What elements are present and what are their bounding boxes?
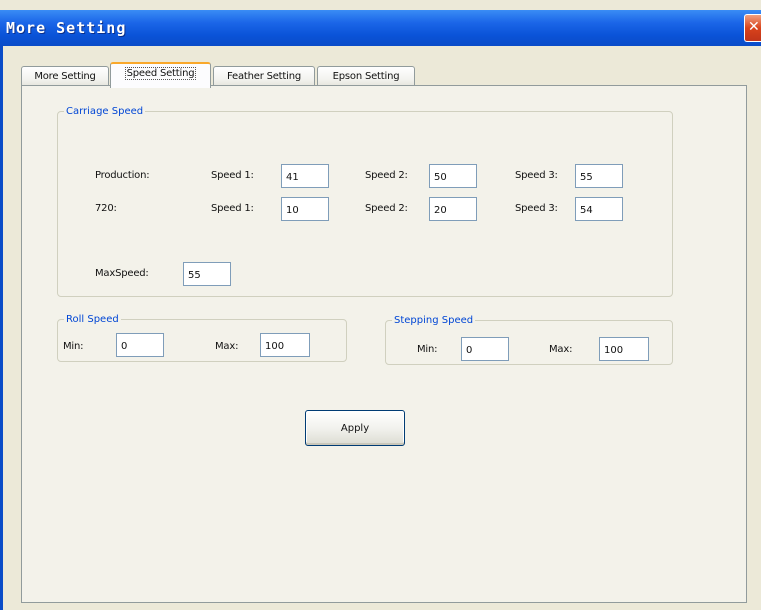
production-speed1-input[interactable] [281,164,329,188]
tab-label: Epson Setting [332,71,400,82]
window-title: More Setting [6,19,127,37]
production-speed3-input[interactable] [575,164,623,188]
max-speed-input[interactable] [183,262,231,286]
720-speed2-input[interactable] [429,197,477,221]
720-speed1-label: Speed 1: [211,203,254,214]
tab-label: More Setting [34,71,96,82]
tab-feather-setting[interactable]: Feather Setting [213,66,315,87]
stepping-min-input[interactable] [461,337,509,361]
tab-epson-setting[interactable]: Epson Setting [317,66,415,87]
apply-button[interactable]: Apply [305,410,405,446]
max-speed-label: MaxSpeed: [95,268,149,279]
tab-speed-setting[interactable]: Speed Setting [110,62,211,88]
tab-more-setting[interactable]: More Setting [21,66,109,87]
tab-label: Feather Setting [227,71,301,82]
720-speed1-input[interactable] [281,197,329,221]
roll-max-label: Max: [215,341,239,352]
more-setting-window: More Setting ✕ More Setting Speed Settin… [0,0,761,610]
close-button[interactable]: ✕ [744,14,761,42]
production-speed2-label: Speed 2: [365,170,408,181]
carriage-speed-group: Carriage Speed Production: Speed 1: Spee… [57,106,673,297]
stepping-max-label: Max: [549,344,573,355]
720-label: 720: [95,203,117,214]
tab-label: Speed Setting [124,67,197,80]
production-speed1-label: Speed 1: [211,170,254,181]
title-bar[interactable]: More Setting ✕ [0,10,761,46]
stepping-speed-legend: Stepping Speed [394,315,474,326]
close-icon: ✕ [748,19,760,35]
720-speed3-input[interactable] [575,197,623,221]
roll-speed-group: Roll Speed Min: Max: [57,314,347,362]
window-frame-left [0,46,3,610]
production-label: Production: [95,170,150,181]
stepping-max-input[interactable] [599,337,649,361]
roll-min-input[interactable] [116,333,164,357]
720-speed3-label: Speed 3: [515,203,558,214]
roll-speed-legend: Roll Speed [66,314,119,325]
roll-max-input[interactable] [260,333,310,357]
speed-setting-panel: Carriage Speed Production: Speed 1: Spee… [21,85,747,603]
production-speed2-input[interactable] [429,164,477,188]
production-speed3-label: Speed 3: [515,170,558,181]
carriage-speed-legend: Carriage Speed [66,106,144,117]
stepping-speed-group: Stepping Speed Min: Max: [385,315,673,365]
roll-min-label: Min: [63,341,84,352]
720-speed2-label: Speed 2: [365,203,408,214]
stepping-min-label: Min: [417,344,438,355]
